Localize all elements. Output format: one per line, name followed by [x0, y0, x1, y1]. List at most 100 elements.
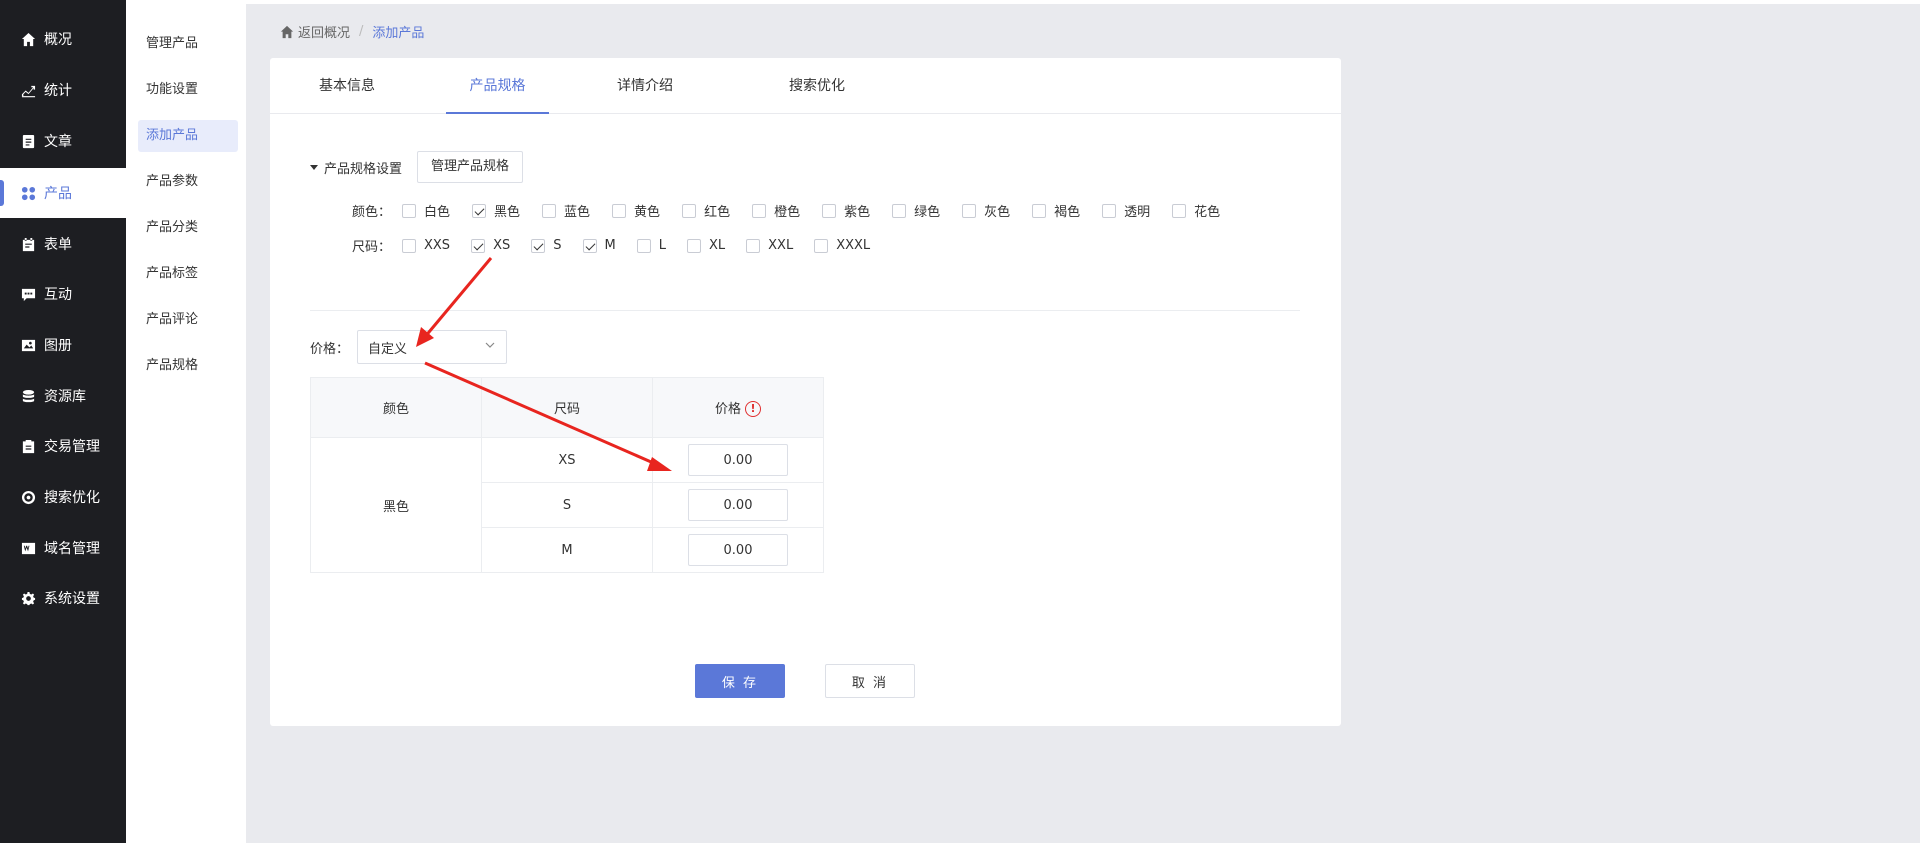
color-option-label: 灰色: [984, 205, 1011, 220]
color-option[interactable]: 紫色: [822, 201, 870, 220]
nav-item-seo[interactable]: 搜索优化: [0, 472, 126, 522]
nav-item-album[interactable]: 图册: [0, 320, 126, 370]
nav-label: 文章: [44, 134, 72, 150]
size-option-label: XL: [708, 238, 726, 253]
nav-item-stats[interactable]: 统计: [0, 65, 126, 115]
size-option[interactable]: XXS: [402, 238, 450, 253]
tab-detail[interactable]: 详情介绍: [606, 58, 684, 114]
price-input[interactable]: [688, 534, 788, 566]
checkbox[interactable]: [531, 238, 546, 253]
price-input[interactable]: [688, 444, 788, 476]
size-option-label: M: [604, 238, 616, 253]
checkbox[interactable]: [1172, 203, 1187, 218]
color-option[interactable]: 黑色: [472, 201, 520, 220]
breadcrumb-current: 添加产品: [372, 26, 425, 41]
color-option[interactable]: 蓝色: [542, 201, 590, 220]
subnav-item[interactable]: 管理产品: [138, 28, 238, 60]
nav-item-form[interactable]: 表单: [0, 219, 126, 269]
checkbox[interactable]: [472, 203, 487, 218]
nav-item-interact[interactable]: 互动: [0, 269, 126, 319]
checkbox[interactable]: [814, 238, 829, 253]
price-mode-select[interactable]: 自定义: [357, 330, 508, 364]
color-option[interactable]: 花色: [1172, 201, 1220, 220]
nav-item-product[interactable]: 产品: [0, 168, 126, 218]
color-option[interactable]: 灰色: [962, 201, 1010, 220]
cancel-button[interactable]: 取 消: [825, 664, 915, 698]
checkbox[interactable]: [682, 203, 697, 218]
grid-icon: [20, 185, 36, 201]
checkbox[interactable]: [892, 203, 907, 218]
color-option[interactable]: 黄色: [612, 201, 660, 220]
nav-item-trade[interactable]: 交易管理: [0, 421, 126, 471]
size-option[interactable]: XL: [686, 238, 726, 253]
size-cell: M: [481, 527, 653, 573]
nav-label: 搜索优化: [44, 490, 100, 506]
checkbox[interactable]: [542, 203, 557, 218]
size-cell: S: [481, 482, 653, 528]
tab-basic-info[interactable]: 基本信息: [308, 58, 386, 114]
tab-product-spec[interactable]: 产品规格: [446, 58, 549, 114]
nav-label: 域名管理: [44, 541, 100, 557]
main-nav: 概况 统计 文章 产品 表单 互动 图册 资源库 交易管理 搜索优化 域名管理: [0, 0, 126, 843]
size-option[interactable]: XS: [471, 238, 510, 253]
subnav-item[interactable]: 产品分类: [138, 212, 238, 244]
nav-item-overview[interactable]: 概况: [0, 14, 126, 64]
checkbox[interactable]: [686, 238, 701, 253]
color-option[interactable]: 白色: [402, 201, 450, 220]
checkbox[interactable]: [582, 238, 597, 253]
subnav-item[interactable]: 产品规格: [138, 350, 238, 382]
checkbox[interactable]: [471, 238, 486, 253]
caret-down-icon[interactable]: [310, 164, 318, 170]
price-table: 颜色 尺码 价格! 黑色 XS S M: [310, 377, 824, 573]
save-button[interactable]: 保 存: [695, 664, 785, 698]
checkbox[interactable]: [1102, 203, 1117, 218]
subnav-item[interactable]: 产品参数: [138, 166, 238, 198]
checkbox[interactable]: [402, 238, 416, 253]
nav-item-resources[interactable]: 资源库: [0, 371, 126, 421]
size-label: 尺码：: [352, 240, 392, 255]
checkbox[interactable]: [612, 203, 627, 218]
color-option[interactable]: 红色: [682, 201, 730, 220]
nav-item-domain[interactable]: 域名管理: [0, 523, 126, 573]
nav-item-settings[interactable]: 系统设置: [0, 573, 126, 623]
home-icon[interactable]: [280, 25, 294, 39]
size-option[interactable]: XXL: [746, 238, 793, 253]
checkbox[interactable]: [752, 203, 767, 218]
color-option[interactable]: 褐色: [1032, 201, 1080, 220]
spec-section-header: 产品规格设置 管理产品规格: [310, 151, 524, 183]
color-cell: 黑色: [310, 437, 482, 573]
nav-label: 统计: [44, 83, 72, 99]
size-option-label: S: [553, 238, 562, 253]
top-strip: [246, 0, 1920, 4]
price-mode-row: 价格： 自定义: [310, 330, 508, 364]
subnav-item[interactable]: 功能设置: [138, 74, 238, 106]
checkbox[interactable]: [962, 203, 977, 218]
nav-item-article[interactable]: 文章: [0, 116, 126, 166]
size-option[interactable]: M: [582, 238, 616, 253]
breadcrumb-back-link[interactable]: 返回概况: [298, 22, 350, 41]
size-option[interactable]: S: [531, 238, 562, 253]
subnav-item-active[interactable]: 添加产品: [138, 120, 238, 152]
color-label: 颜色：: [352, 205, 392, 220]
color-option-label: 蓝色: [564, 205, 591, 220]
size-option[interactable]: L: [636, 238, 666, 253]
size-option-label: XXS: [424, 238, 451, 253]
checkbox[interactable]: [402, 203, 416, 218]
checkbox[interactable]: [746, 238, 761, 253]
manage-spec-button[interactable]: 管理产品规格: [417, 151, 524, 183]
subnav-item[interactable]: 产品评论: [138, 304, 238, 336]
warning-icon[interactable]: !: [745, 401, 761, 418]
color-option[interactable]: 透明: [1102, 201, 1150, 220]
checkbox[interactable]: [636, 238, 651, 253]
column-header-price: 价格!: [652, 377, 824, 438]
size-option[interactable]: XXXL: [814, 238, 870, 253]
tab-seo[interactable]: 搜索优化: [778, 58, 856, 114]
section-divider: [310, 310, 1300, 311]
subnav-item[interactable]: 产品标签: [138, 258, 238, 290]
color-option-label: 黄色: [634, 205, 661, 220]
checkbox[interactable]: [1032, 203, 1047, 218]
color-option[interactable]: 绿色: [892, 201, 940, 220]
checkbox[interactable]: [822, 203, 837, 218]
color-option[interactable]: 橙色: [752, 201, 800, 220]
price-input[interactable]: [688, 489, 788, 521]
